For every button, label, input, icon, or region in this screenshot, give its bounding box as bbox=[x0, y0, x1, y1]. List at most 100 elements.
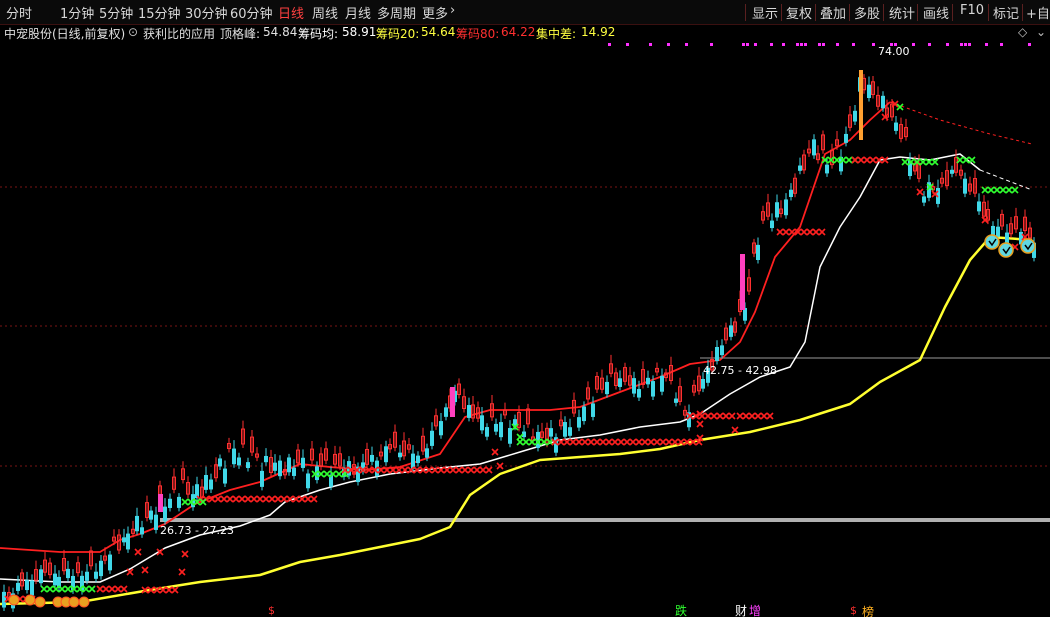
signal-cross bbox=[181, 498, 189, 506]
signal-cross bbox=[916, 188, 924, 196]
toolbar-divider bbox=[952, 4, 953, 21]
coin-signal-icon bbox=[8, 594, 20, 606]
signal-cross bbox=[851, 156, 859, 164]
candle-body bbox=[798, 165, 802, 171]
tab-more[interactable]: 更多 bbox=[422, 3, 448, 22]
grid-lines bbox=[0, 186, 1050, 467]
signal-cross bbox=[461, 466, 469, 474]
candle-body bbox=[126, 533, 130, 550]
stock-title: 中宠股份(日线,前复权) bbox=[4, 27, 126, 41]
increase-marker[interactable]: 增 bbox=[749, 604, 761, 617]
signal-cross bbox=[987, 186, 995, 194]
signal-cross bbox=[134, 548, 142, 556]
signal-dot bbox=[667, 43, 670, 46]
candle-body bbox=[168, 498, 172, 508]
candle-body bbox=[16, 582, 20, 591]
signal-cross bbox=[262, 495, 270, 503]
period-toolbar: 分时 1分钟 5分钟 15分钟 30分钟 60分钟 日线 周线 月线 多周期 更… bbox=[0, 0, 1050, 25]
candle-body bbox=[563, 422, 567, 437]
signal-cross bbox=[999, 186, 1007, 194]
candle-body bbox=[977, 201, 981, 212]
mark-button[interactable]: 标记 bbox=[993, 3, 1019, 22]
chevron-right-icon[interactable]: › bbox=[450, 3, 455, 18]
tab-daily[interactable]: 日线 bbox=[278, 3, 304, 22]
candle-body bbox=[292, 467, 296, 476]
signal-cross bbox=[845, 156, 853, 164]
candle-body bbox=[646, 377, 650, 385]
peak-label: 顶格峰: bbox=[220, 27, 261, 41]
tab-30min[interactable]: 30分钟 bbox=[185, 3, 228, 22]
signal-cross bbox=[754, 412, 762, 420]
signal-cross bbox=[788, 228, 796, 236]
candle-body bbox=[618, 378, 622, 387]
candle-body bbox=[246, 462, 250, 469]
indicator-name[interactable]: 获利比的应用 bbox=[143, 25, 215, 42]
signal-cross bbox=[455, 466, 463, 474]
signal-cross bbox=[88, 585, 96, 593]
candle-body bbox=[770, 220, 774, 229]
kline-chart[interactable]: 74.00 42.75 - 42.98 26.73 - 27.23 $ $ 跌 … bbox=[0, 42, 1050, 617]
candle-body bbox=[30, 580, 34, 596]
tab-multi-period[interactable]: 多周期 bbox=[377, 3, 416, 22]
signal-dot bbox=[710, 43, 713, 46]
draw-line-button[interactable]: 画线 bbox=[923, 3, 949, 22]
fall-marker[interactable]: 跌 bbox=[675, 603, 687, 617]
candle-body bbox=[273, 462, 277, 471]
candle-body bbox=[218, 458, 222, 467]
signal-cross bbox=[214, 495, 222, 503]
buy-badge-icon bbox=[984, 234, 1000, 250]
candle-body bbox=[25, 580, 29, 591]
candle-body bbox=[577, 417, 581, 428]
candle-body bbox=[306, 473, 310, 489]
peak-value: 54.84 bbox=[263, 25, 298, 39]
signal-dot bbox=[782, 43, 785, 46]
signal-cross bbox=[659, 438, 667, 446]
range-label-mid: 42.75 - 42.98 bbox=[703, 364, 777, 377]
candle-body bbox=[122, 537, 126, 543]
signal-cross bbox=[869, 156, 877, 164]
indicator-dropdown-icon[interactable]: ⊙ bbox=[128, 25, 138, 39]
dollar-marker[interactable]: $ bbox=[850, 604, 857, 617]
signal-cross bbox=[599, 438, 607, 446]
signal-dot bbox=[964, 43, 967, 46]
add-watchlist-button[interactable]: +自选 bbox=[1026, 3, 1050, 22]
dollar-marker[interactable]: $ bbox=[268, 604, 275, 617]
ranking-marker[interactable]: 榜 bbox=[862, 604, 874, 617]
signal-dot bbox=[928, 43, 931, 46]
candle-body bbox=[922, 196, 926, 203]
diamond-icon[interactable]: ◇ bbox=[1018, 25, 1027, 39]
signal-cross bbox=[760, 412, 768, 420]
candle-body bbox=[674, 398, 678, 403]
overlay-button[interactable]: 叠加 bbox=[820, 3, 846, 22]
signal-cross bbox=[993, 186, 1001, 194]
finance-marker[interactable]: 财 bbox=[735, 604, 747, 617]
tab-15min[interactable]: 15分钟 bbox=[138, 3, 181, 22]
tab-weekly[interactable]: 周线 bbox=[312, 3, 338, 22]
tab-60min[interactable]: 60分钟 bbox=[230, 3, 273, 22]
candle-body bbox=[425, 448, 429, 458]
signal-cross bbox=[653, 438, 661, 446]
chevron-down-icon[interactable]: ⌄ bbox=[1036, 25, 1046, 39]
signal-cross bbox=[171, 586, 179, 594]
coin-signal-icon bbox=[24, 594, 36, 606]
candle-body bbox=[411, 453, 415, 469]
candle-body bbox=[154, 514, 158, 530]
restore-rights-button[interactable]: 复权 bbox=[786, 3, 812, 22]
candle-body bbox=[729, 325, 733, 337]
signal-cross bbox=[901, 158, 909, 166]
signal-dot bbox=[649, 43, 652, 46]
tab-1min[interactable]: 1分钟 bbox=[60, 3, 94, 22]
tab-5min[interactable]: 5分钟 bbox=[99, 3, 133, 22]
candle-body bbox=[568, 427, 572, 436]
signal-cross bbox=[617, 438, 625, 446]
candle-body bbox=[549, 428, 553, 437]
candle-body bbox=[85, 571, 89, 581]
f10-button[interactable]: F10 bbox=[960, 3, 984, 18]
display-button[interactable]: 显示 bbox=[752, 3, 778, 22]
tab-fenshi[interactable]: 分时 bbox=[6, 3, 32, 22]
statistics-button[interactable]: 统计 bbox=[889, 3, 915, 22]
candle-body bbox=[416, 455, 420, 464]
signal-dot bbox=[800, 43, 803, 46]
multi-stock-button[interactable]: 多股 bbox=[854, 3, 880, 22]
tab-monthly[interactable]: 月线 bbox=[345, 3, 371, 22]
